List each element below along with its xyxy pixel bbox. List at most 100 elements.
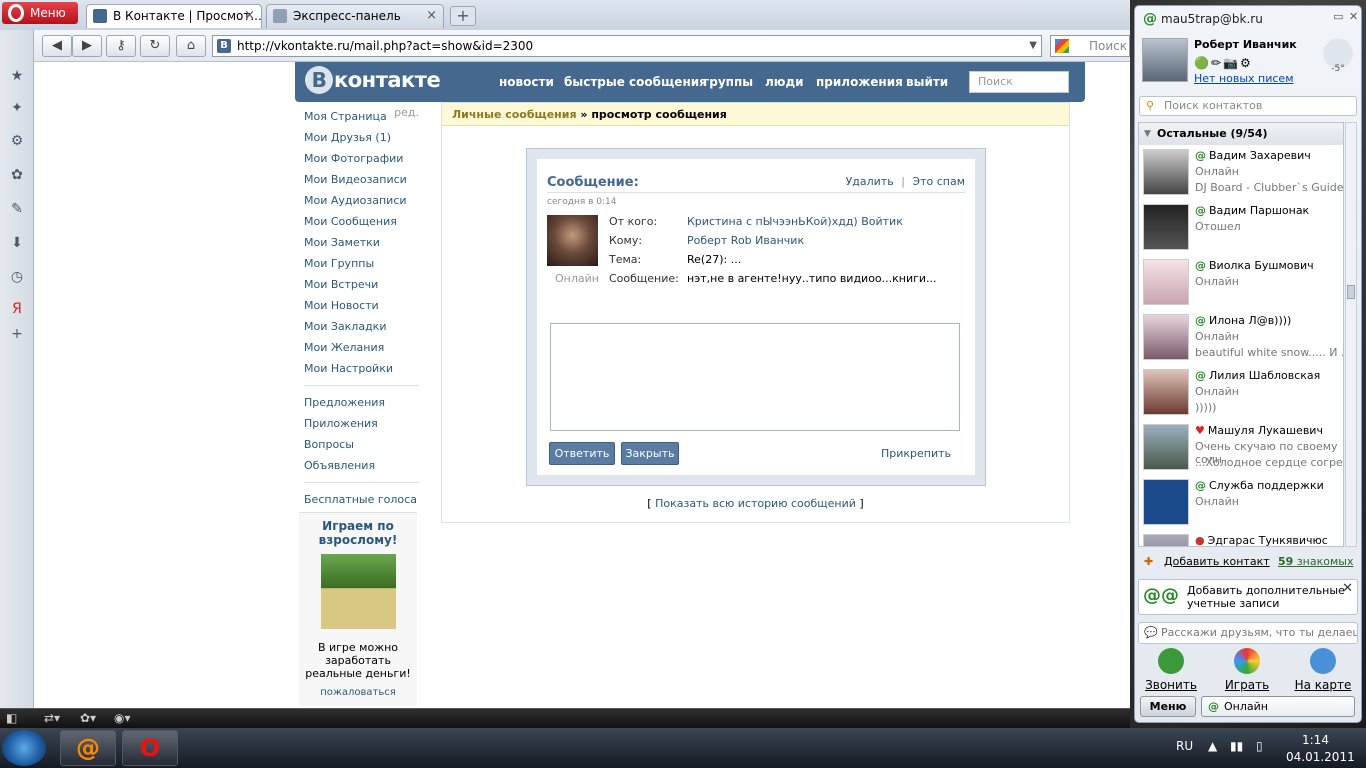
menu-questions[interactable]: Вопросы <box>304 434 419 455</box>
sender-avatar[interactable] <box>547 215 598 266</box>
close-icon[interactable]: ✕ <box>1349 10 1358 23</box>
menu-free-votes[interactable]: Бесплатные голоса <box>304 489 419 510</box>
nav-groups[interactable]: группы <box>703 75 753 89</box>
edit-link[interactable]: ред. <box>394 106 419 119</box>
clock-date[interactable]: 04.01.2011 <box>1286 750 1355 764</box>
panel-toggle-icon[interactable]: ◧ <box>6 711 17 725</box>
power-icon[interactable]: ▯ <box>1256 739 1263 753</box>
close-tab-icon[interactable]: × <box>244 5 255 27</box>
contact-item[interactable]: ♥ Машуля Лукашевич Очень скучаю по своему… <box>1139 422 1343 477</box>
menu-offers[interactable]: Предложения <box>304 392 419 413</box>
contact-group[interactable]: ▼ Остальные (9/54) <box>1139 123 1343 145</box>
menu-my-audio[interactable]: Мои Аудиозаписи <box>304 190 419 211</box>
tab-speed-dial[interactable]: Экспресс-панель × <box>266 4 444 28</box>
ad-image[interactable] <box>320 554 396 629</box>
contact-list-scrollbar[interactable] <box>1345 122 1357 547</box>
wand-icon[interactable]: ⚷ <box>106 35 136 57</box>
add-accounts-promo[interactable]: @@ Добавить дополнительные учетные запис… <box>1138 579 1358 615</box>
language-indicator[interactable]: RU <box>1176 739 1193 753</box>
reload-button[interactable]: ↻ <box>140 35 170 57</box>
bookmarks-icon[interactable]: ★ <box>9 68 25 84</box>
opera-taskbar-icon[interactable]: O <box>122 730 178 766</box>
home-button[interactable]: ⌂ <box>176 35 206 57</box>
mail-agent-taskbar-icon[interactable]: @ <box>60 730 116 766</box>
forward-button[interactable]: ▶ <box>72 35 102 57</box>
contact-item[interactable]: @ Илона Л@в)))) Онлайн beautiful white sn… <box>1139 312 1343 367</box>
menu-my-groups[interactable]: Мои Группы <box>304 253 419 274</box>
view-icon[interactable]: ◉▾ <box>114 711 131 725</box>
add-contact-link[interactable]: Добавить контакт <box>1164 551 1270 573</box>
nav-people[interactable]: люди <box>765 75 804 89</box>
no-mail-link[interactable]: Нет новых писем <box>1194 72 1294 85</box>
start-button[interactable] <box>2 730 46 766</box>
menu-my-notes[interactable]: Мои Заметки <box>304 232 419 253</box>
back-button[interactable]: ◀ <box>42 35 72 57</box>
from-value[interactable]: Кристина с пЫчээнЬКой)хдд) Войтик <box>687 215 903 228</box>
tab-vkontakte[interactable]: В Контакте | Просмот... × <box>86 4 262 28</box>
map-button[interactable]: На карте <box>1291 648 1355 692</box>
status-icons[interactable]: 🟢✏📷⚙ <box>1194 56 1253 70</box>
menu-my-messages[interactable]: Мои Сообщения <box>304 211 419 232</box>
to-value[interactable]: Роберт Rob Иванчик <box>687 234 804 247</box>
menu-my-bookmarks[interactable]: Мои Закладки <box>304 316 419 337</box>
yandex-icon[interactable]: Я <box>9 301 25 317</box>
acquaintances-link[interactable]: 59 знакомых <box>1278 551 1353 573</box>
contact-item[interactable]: @ Вадим Захаревич Онлайн DJ Board - Clubb… <box>1139 147 1343 202</box>
status-dropdown[interactable]: @ Онлайн <box>1201 696 1355 717</box>
history-icon[interactable]: ◷ <box>9 269 25 285</box>
reply-button[interactable]: Ответить <box>549 442 615 465</box>
opera-menu-button[interactable]: Меню <box>2 2 78 24</box>
turbo-icon[interactable]: ⇄▾ <box>44 711 60 725</box>
breadcrumb-messages-link[interactable]: Личные сообщения <box>452 108 577 121</box>
menu-my-settings[interactable]: Мои Настройки <box>304 358 419 379</box>
add-panel-icon[interactable]: + <box>9 326 25 342</box>
menu-my-wishes[interactable]: Мои Желания <box>304 337 419 358</box>
network-icon[interactable]: ▮▮ <box>1230 739 1243 753</box>
notes-icon[interactable]: ✎ <box>9 201 25 217</box>
scroll-thumb[interactable] <box>1347 285 1355 299</box>
close-icon[interactable]: ✕ <box>1342 581 1353 596</box>
user-avatar[interactable] <box>1142 38 1188 82</box>
menu-my-news[interactable]: Мои Новости <box>304 295 419 316</box>
ad-title[interactable]: Играем по взрослому! <box>299 519 417 547</box>
new-tab-button[interactable]: + <box>450 6 476 26</box>
spam-link[interactable]: Это спам <box>912 175 965 188</box>
menu-my-photos[interactable]: Мои Фотографии <box>304 148 419 169</box>
microblog-input[interactable]: 💬 Расскажи друзьям, что ты делаешь... <box>1138 622 1358 644</box>
show-history-link[interactable]: Показать всю историю сообщений <box>655 497 856 510</box>
menu-applications[interactable]: Приложения <box>304 413 419 434</box>
menu-my-videos[interactable]: Мои Видеозаписи <box>304 169 419 190</box>
downloads-icon[interactable]: ⬇ <box>9 235 25 251</box>
menu-my-friends[interactable]: Мои Друзья (1) <box>304 127 419 148</box>
contact-item[interactable]: @ Вадим Паршонак Отошел <box>1139 202 1343 257</box>
nav-apps[interactable]: приложения <box>816 75 903 89</box>
chevron-down-icon[interactable]: ▼ <box>1029 36 1037 56</box>
close-button[interactable]: Закрыть <box>621 442 679 465</box>
delete-link[interactable]: Удалить <box>846 175 894 188</box>
nav-quick-messages[interactable]: быстрые сообщения <box>564 75 707 89</box>
search-field[interactable]: Поиск в <box>1050 35 1130 57</box>
vk-search-input[interactable]: Поиск <box>969 71 1069 93</box>
reply-textarea[interactable] <box>550 323 960 431</box>
call-button[interactable]: Звонить <box>1139 648 1203 692</box>
contact-item[interactable]: @ Лилия Шабловская Онлайн ))))) <box>1139 367 1343 422</box>
widgets-icon[interactable]: ✦ <box>9 100 25 116</box>
address-field[interactable]: B http://vkontakte.ru/mail.php?act=show&… <box>212 35 1042 57</box>
settings-icon[interactable]: ⚙ <box>9 133 25 149</box>
contact-item[interactable]: ● Эдгарас Тункявичюс <box>1139 532 1343 546</box>
unite-icon[interactable]: ✿ <box>9 167 25 183</box>
menu-my-events[interactable]: Мои Встречи <box>304 274 419 295</box>
weather-widget[interactable]: -5° <box>1316 38 1360 82</box>
clock-time[interactable]: 1:14 <box>1302 733 1329 747</box>
contact-item[interactable]: @ Служба поддержки Онлайн <box>1139 477 1343 532</box>
contact-item[interactable]: @ Виолка Бушмович Онлайн <box>1139 257 1343 312</box>
show-hidden-icons[interactable]: ▲ <box>1208 739 1217 753</box>
minimize-icon[interactable]: ▭ <box>1333 10 1343 23</box>
attach-link[interactable]: Прикрепить <box>881 447 951 460</box>
unite-status-icon[interactable]: ✿▾ <box>80 711 96 725</box>
play-button[interactable]: Играть <box>1215 648 1279 692</box>
contacts-search-input[interactable]: ⚲ Поиск контактов <box>1139 96 1357 116</box>
agent-menu-button[interactable]: Меню <box>1140 696 1196 717</box>
nav-logout[interactable]: выйти <box>906 75 948 89</box>
menu-ads[interactable]: Объявления <box>304 455 419 476</box>
